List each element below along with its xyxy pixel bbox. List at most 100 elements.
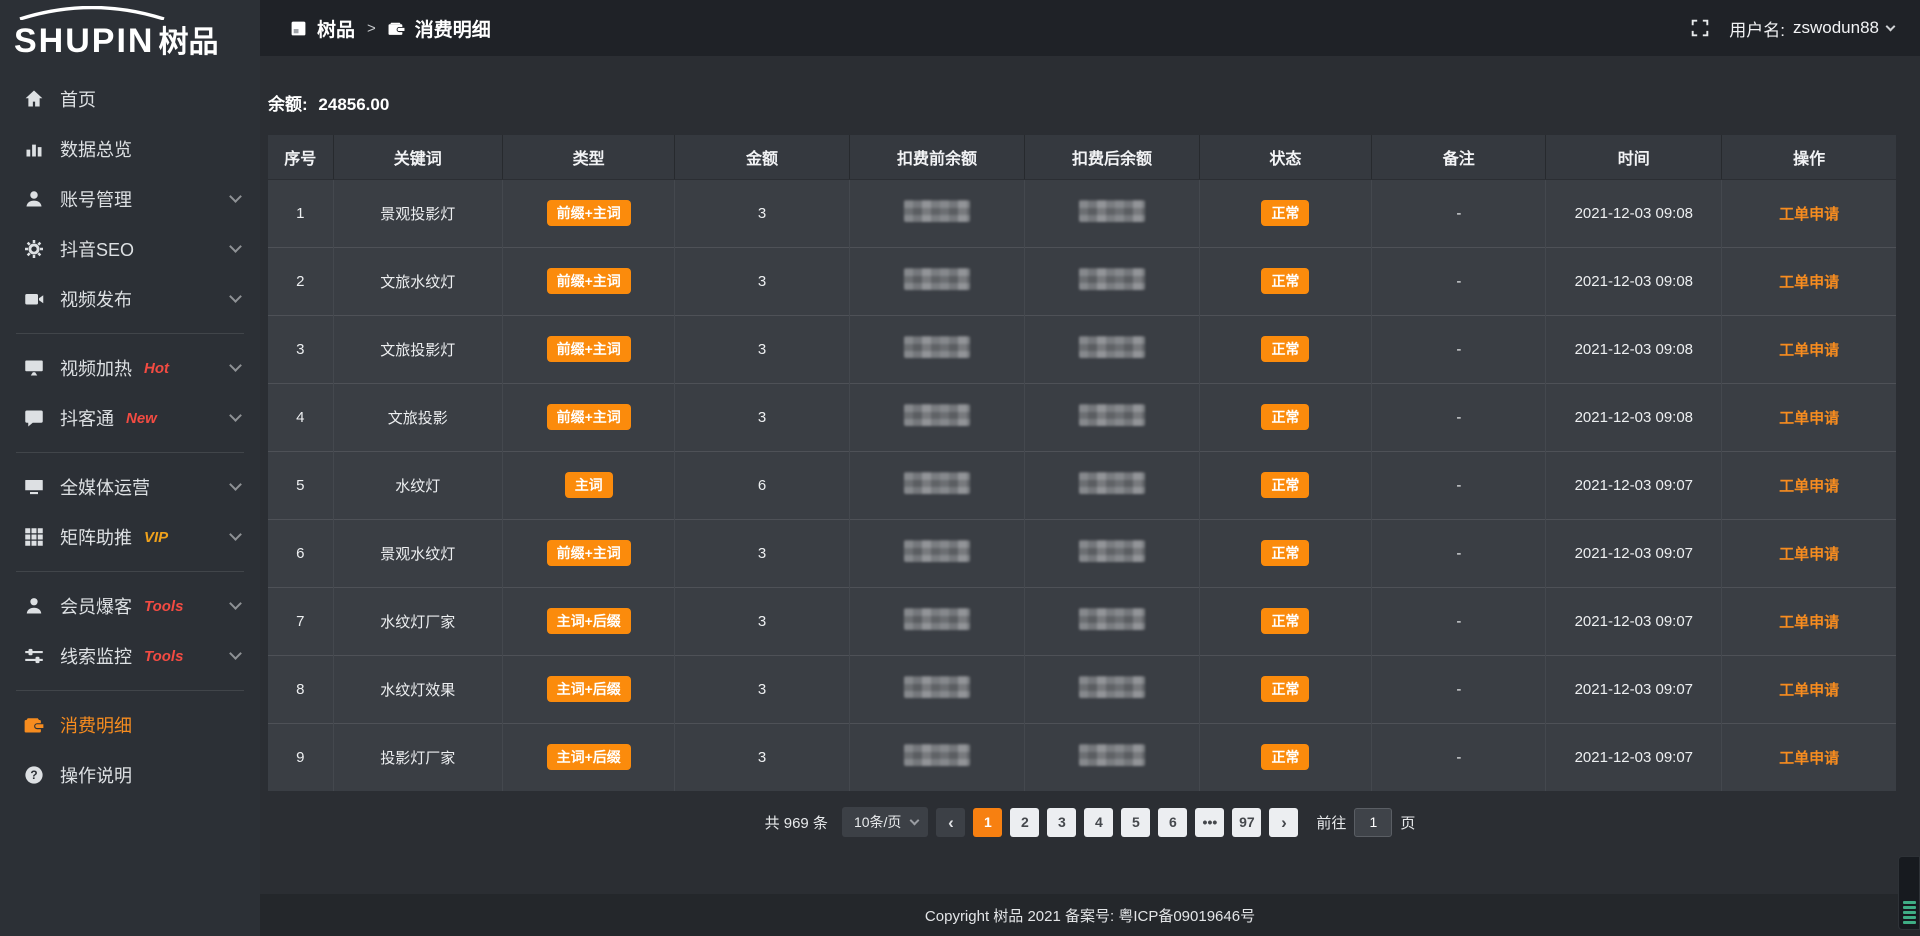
sidebar-item-消费明细[interactable]: 消费明细 <box>0 700 260 750</box>
remark-cell: - <box>1456 545 1461 562</box>
time-cell-cell: 2021-12-03 09:07 <box>1546 587 1722 655</box>
breadcrumb-root[interactable]: 树品 <box>317 15 355 42</box>
type-badge-cell: 主词+后缀 <box>502 723 675 791</box>
sidebar-item-全媒体运营[interactable]: 全媒体运营 <box>0 462 260 512</box>
page-button-3[interactable]: 3 <box>1047 808 1076 837</box>
fullscreen-icon[interactable] <box>1691 19 1709 37</box>
goto-page-input[interactable] <box>1354 808 1392 837</box>
table-row: 8水纹灯效果主词+后缀3正常-2021-12-03 09:07工单申请 <box>268 655 1896 723</box>
masked-balance-after <box>1079 404 1145 426</box>
masked-balance-after <box>1079 336 1145 358</box>
ticket-request-link[interactable]: 工单申请 <box>1779 682 1839 699</box>
question-icon: ? <box>24 765 44 785</box>
sidebar-item-数据总览[interactable]: 数据总览 <box>0 124 260 174</box>
remark-cell: - <box>1456 613 1461 630</box>
time-cell: 2021-12-03 09:07 <box>1575 545 1693 562</box>
chevron-down-icon <box>229 290 242 303</box>
time-cell: 2021-12-03 09:08 <box>1575 341 1693 358</box>
sidebar-item-操作说明[interactable]: ?操作说明 <box>0 750 260 800</box>
page-size-select[interactable]: 10条/页 <box>842 807 928 837</box>
floating-side-widget[interactable] <box>1898 856 1920 930</box>
goto-label: 前往 <box>1316 812 1346 833</box>
status-badge-cell: 正常 <box>1199 247 1372 315</box>
sidebar-item-label: 抖音SEO <box>60 236 134 262</box>
page-button-4[interactable]: 4 <box>1084 808 1113 837</box>
masked-balance-before-cell <box>849 315 1025 383</box>
sidebar-item-账号管理[interactable]: 账号管理 <box>0 174 260 224</box>
ticket-request-link[interactable]: 工单申请 <box>1779 478 1839 495</box>
remark-cell: - <box>1456 273 1461 290</box>
time-cell-cell: 2021-12-03 09:08 <box>1546 383 1722 451</box>
next-page-button[interactable]: › <box>1269 808 1298 837</box>
keyword-cell: 文旅投影 <box>388 410 448 427</box>
status-badge: 正常 <box>1261 404 1309 430</box>
sidebar-divider <box>16 452 244 453</box>
ticket-request-link[interactable]: 工单申请 <box>1779 546 1839 563</box>
masked-balance-after-cell <box>1025 315 1199 383</box>
row-index-cell: 7 <box>268 587 333 655</box>
ticket-request-link[interactable]: 工单申请 <box>1779 342 1839 359</box>
masked-balance-before-cell <box>849 451 1025 519</box>
ticket-request-link[interactable]: 工单申请 <box>1779 614 1839 631</box>
sidebar-item-视频发布[interactable]: 视频发布 <box>0 274 260 324</box>
table-row: 3文旅投影灯前缀+主词3正常-2021-12-03 09:08工单申请 <box>268 315 1896 383</box>
page-button-1[interactable]: 1 <box>973 808 1002 837</box>
sidebar-item-首页[interactable]: 首页 <box>0 74 260 124</box>
amount-cell: 3 <box>758 749 766 766</box>
row-index: 9 <box>296 749 304 766</box>
masked-balance-before <box>904 336 970 358</box>
page-button-6[interactable]: 6 <box>1158 808 1187 837</box>
ticket-request-link[interactable]: 工单申请 <box>1779 750 1839 767</box>
chevron-down-icon <box>229 478 242 491</box>
keyword-cell-cell: 景观投影灯 <box>333 179 502 247</box>
page-button-5[interactable]: 5 <box>1121 808 1150 837</box>
row-index-cell: 5 <box>268 451 333 519</box>
row-index: 4 <box>296 409 304 426</box>
row-index: 1 <box>296 205 304 222</box>
page-button-2[interactable]: 2 <box>1010 808 1039 837</box>
row-index: 6 <box>296 545 304 562</box>
masked-balance-after-cell <box>1025 655 1199 723</box>
home-icon <box>24 89 44 109</box>
amount-cell-cell: 3 <box>675 247 849 315</box>
user-menu[interactable]: 用户名: zswodun88 <box>1729 16 1894 41</box>
chevron-right-icon: › <box>1281 814 1287 831</box>
keyword-cell-cell: 投影灯厂家 <box>333 723 502 791</box>
keyword-cell-cell: 景观水纹灯 <box>333 519 502 587</box>
column-header: 金额 <box>675 135 849 179</box>
username-label: 用户名: <box>1729 16 1785 41</box>
sidebar-item-线索监控[interactable]: 线索监控Tools <box>0 631 260 681</box>
status-badge: 正常 <box>1261 200 1309 226</box>
remark-cell-cell: - <box>1372 247 1546 315</box>
topbar-right: 用户名: zswodun88 <box>1691 16 1894 41</box>
sidebar-item-视频加热[interactable]: 视频加热Hot <box>0 343 260 393</box>
chevron-down-icon <box>229 528 242 541</box>
time-cell: 2021-12-03 09:08 <box>1575 205 1693 222</box>
time-cell: 2021-12-03 09:07 <box>1575 477 1693 494</box>
ticket-request-link[interactable]: 工单申请 <box>1779 274 1839 291</box>
column-header: 操作 <box>1722 135 1896 179</box>
row-index: 5 <box>296 477 304 494</box>
copyright-text: Copyright 树品 2021 备案号: 粤ICP备09019646号 <box>925 905 1255 926</box>
ticket-request-link[interactable]: 工单申请 <box>1779 410 1839 427</box>
masked-balance-before-cell <box>849 179 1025 247</box>
remark-cell: - <box>1456 681 1461 698</box>
app-icon <box>290 20 307 37</box>
column-header: 备注 <box>1372 135 1546 179</box>
ticket-request-link[interactable]: 工单申请 <box>1779 206 1839 223</box>
prev-page-button[interactable]: ‹ <box>936 808 965 837</box>
status-badge: 正常 <box>1261 336 1309 362</box>
masked-balance-after-cell <box>1025 723 1199 791</box>
type-badge-cell: 主词+后缀 <box>502 655 675 723</box>
balance-label: 余额: <box>268 95 308 114</box>
logo: SHUPIN 树品 <box>0 0 260 64</box>
sidebar-item-矩阵助推[interactable]: 矩阵助推VIP <box>0 512 260 562</box>
ticket-request-link-cell: 工单申请 <box>1722 723 1896 791</box>
sidebar-item-抖音SEO[interactable]: 抖音SEO <box>0 224 260 274</box>
sidebar-item-抖客通[interactable]: 抖客通New <box>0 393 260 443</box>
sidebar-item-会员爆客[interactable]: 会员爆客Tools <box>0 581 260 631</box>
status-badge: 正常 <box>1261 268 1309 294</box>
page-button-97[interactable]: 97 <box>1232 808 1261 837</box>
masked-balance-before-cell <box>849 519 1025 587</box>
more-pages-button[interactable]: ••• <box>1195 808 1224 837</box>
